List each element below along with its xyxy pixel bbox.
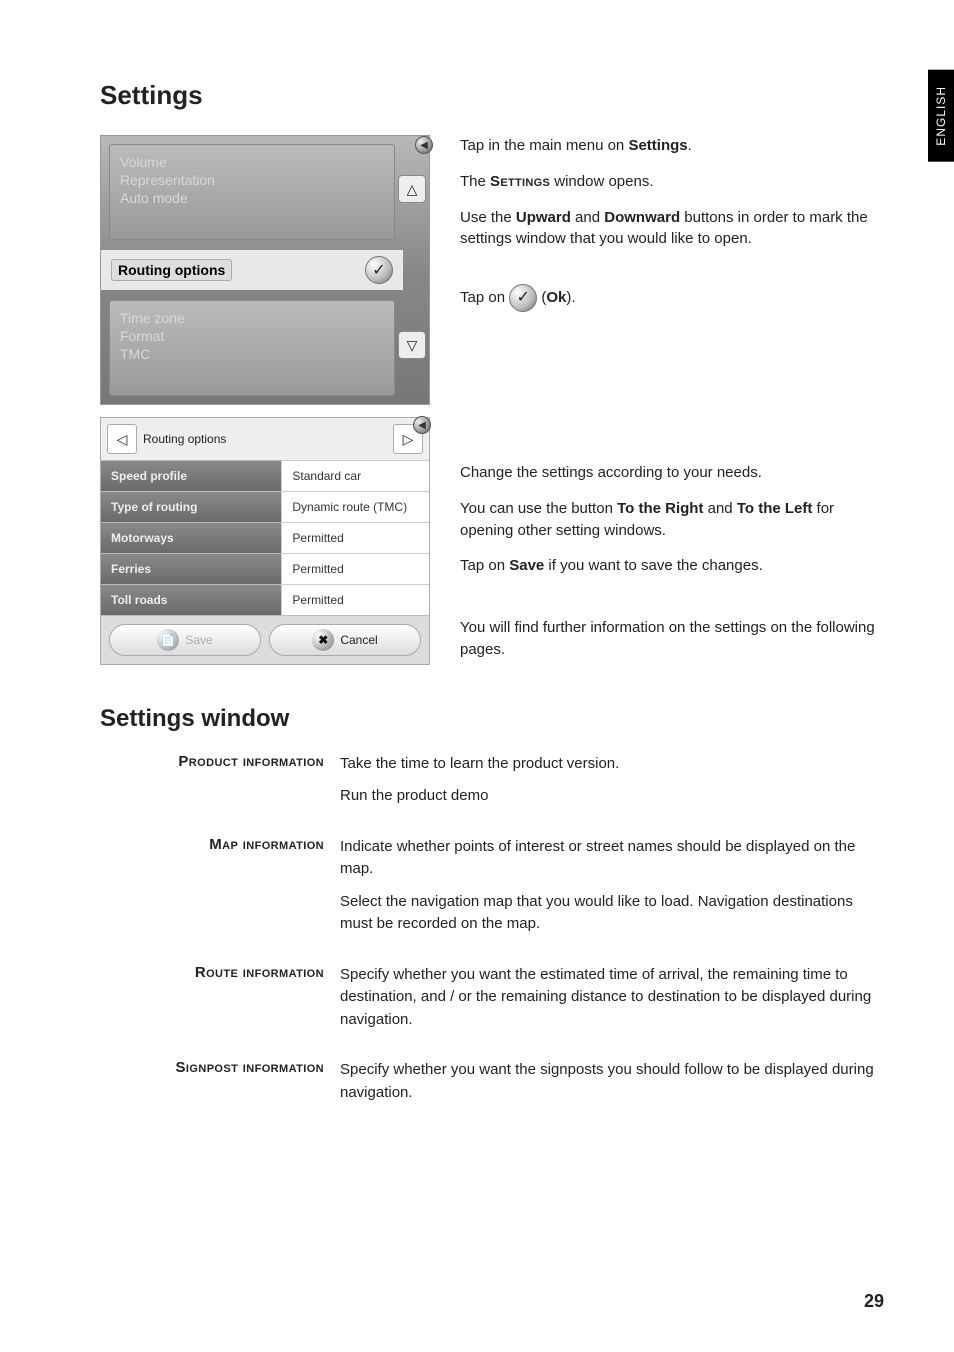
menu-item-format: Format xyxy=(120,327,384,345)
row-value[interactable]: Permitted xyxy=(281,522,429,553)
page-title: Settings xyxy=(100,80,884,111)
page-number: 29 xyxy=(864,1291,884,1312)
ok-icon-inline: ✓ xyxy=(509,284,537,312)
menu-item-volume: Volume xyxy=(120,153,384,171)
def-text: Run the product demo xyxy=(340,785,884,808)
ok-icon[interactable]: ✓ xyxy=(365,256,393,284)
save-button[interactable]: 📄Save xyxy=(109,624,261,656)
row-label: Ferries xyxy=(101,553,281,584)
cancel-button[interactable]: ✖Cancel xyxy=(269,624,421,656)
def-text: Indicate whether points of interest or s… xyxy=(340,836,884,881)
language-tab: ENGLISH xyxy=(928,70,954,162)
row-label: Type of routing xyxy=(101,491,281,522)
intro-para-4: Tap on ✓ (Ok). xyxy=(460,284,884,312)
back-icon: ◀ xyxy=(413,416,431,434)
def-text: Specify whether you want the estimated t… xyxy=(340,964,884,1032)
row-value[interactable]: Dynamic route (TMC) xyxy=(281,491,429,522)
cancel-icon: ✖ xyxy=(312,629,334,651)
menu-item-representation: Representation xyxy=(120,171,384,189)
def-text: Specify whether you want the signposts y… xyxy=(340,1059,884,1104)
row-value[interactable]: Permitted xyxy=(281,553,429,584)
nav-left-button[interactable]: ◁ xyxy=(107,424,137,454)
intro-para-3: Use the Upward and Downward buttons in o… xyxy=(460,207,884,251)
term-route-information: Route information xyxy=(100,964,340,1042)
def-text: Select the navigation map that you would… xyxy=(340,891,884,936)
intro-para-1: Tap in the main menu on Settings. xyxy=(460,135,884,157)
menu-item-tmc: TMC xyxy=(120,345,384,363)
row-label: Toll roads xyxy=(101,584,281,615)
down-button[interactable]: ▽ xyxy=(398,331,426,359)
mid-para-3: Tap on Save if you want to save the chan… xyxy=(460,555,884,577)
row-label: Speed profile xyxy=(101,460,281,491)
back-icon: ◀ xyxy=(415,136,433,154)
mid-para-1: Change the settings according to your ne… xyxy=(460,462,884,484)
save-icon: 📄 xyxy=(157,629,179,651)
settings-menu-screenshot: ◀ Volume Representation Auto mode △ Rout… xyxy=(100,135,430,405)
menu-item-time-zone: Time zone xyxy=(120,309,384,327)
row-value[interactable]: Standard car xyxy=(281,460,429,491)
term-product-information: Product information xyxy=(100,753,340,818)
term-signpost-information: Signpost information xyxy=(100,1059,340,1114)
routing-options-title: Routing options xyxy=(143,432,387,446)
row-value[interactable]: Permitted xyxy=(281,584,429,615)
menu-item-routing-options[interactable]: Routing options xyxy=(111,259,232,281)
up-button[interactable]: △ xyxy=(398,175,426,203)
def-text: Take the time to learn the product versi… xyxy=(340,753,884,776)
term-map-information: Map information xyxy=(100,836,340,946)
row-label: Motorways xyxy=(101,522,281,553)
mid-para-2: You can use the button To the Right and … xyxy=(460,498,884,542)
intro-para-2: The Settings window opens. xyxy=(460,171,884,193)
menu-item-auto-mode: Auto mode xyxy=(120,189,384,207)
mid-para-4: You will find further information on the… xyxy=(460,617,884,661)
settings-window-heading: Settings window xyxy=(100,705,884,733)
routing-options-screenshot: ◀ ◁ Routing options ▷ Speed profileStand… xyxy=(100,417,430,665)
